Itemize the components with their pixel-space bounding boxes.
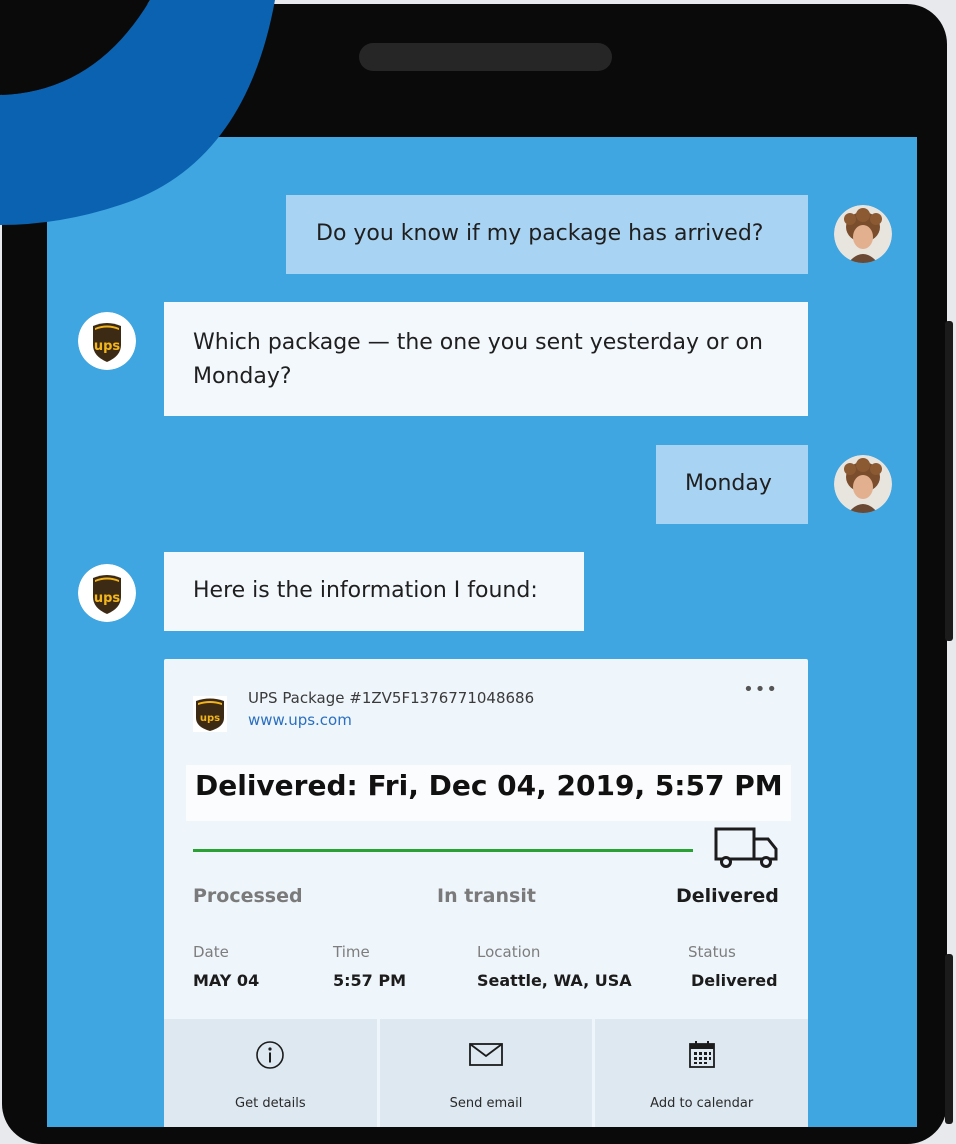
chat-screen: Do you know if my package has arrived? u…	[47, 137, 917, 1127]
ups-website-link[interactable]: www.ups.com	[248, 711, 352, 729]
location-label: Location	[477, 943, 541, 961]
svg-text:ups: ups	[94, 591, 121, 606]
calendar-icon	[688, 1041, 715, 1068]
message-text: Do you know if my package has arrived?	[316, 221, 764, 246]
bot-message-bubble: Which package — the one you sent yesterd…	[164, 302, 808, 416]
message-text: Monday	[685, 471, 772, 496]
time-value: 5:57 PM	[333, 971, 407, 990]
location-value: Seattle, WA, USA	[477, 971, 632, 990]
message-text: Which package — the one you sent yesterd…	[193, 330, 763, 389]
speaker-grille	[359, 43, 612, 71]
card-actions: Get details Send email Add to calendar	[164, 1019, 808, 1127]
send-email-button[interactable]: Send email	[379, 1019, 593, 1127]
ups-bot-avatar: ups	[78, 312, 136, 370]
get-details-label: Get details	[235, 1096, 306, 1111]
decorative-arc	[0, 0, 275, 225]
package-title: UPS Package #1ZV5F1376771048686	[248, 689, 535, 707]
delivery-headline: Delivered: Fri, Dec 04, 2019, 5:57 PM	[195, 769, 783, 802]
mail-icon	[469, 1043, 503, 1066]
side-button-top	[945, 321, 953, 641]
add-to-calendar-button[interactable]: Add to calendar	[595, 1019, 808, 1127]
send-email-label: Send email	[449, 1096, 523, 1111]
step-processed: Processed	[193, 885, 303, 907]
date-label: Date	[193, 943, 229, 961]
get-details-button[interactable]: Get details	[164, 1019, 377, 1127]
user-avatar	[834, 455, 892, 513]
time-label: Time	[333, 943, 370, 961]
ups-bot-avatar: ups	[78, 564, 136, 622]
delivery-progress-bar	[193, 849, 693, 852]
step-delivered: Delivered	[676, 885, 779, 907]
truck-icon	[714, 827, 778, 868]
info-icon	[256, 1041, 285, 1069]
user-message-bubble: Do you know if my package has arrived?	[286, 195, 808, 274]
status-label: Status	[688, 943, 736, 961]
step-in-transit: In transit	[437, 885, 536, 907]
add-to-calendar-label: Add to calendar	[650, 1096, 754, 1111]
package-tracking-card[interactable]: ups UPS Package #1ZV5F1376771048686 www.…	[164, 659, 808, 1127]
ups-logo-icon: ups	[193, 696, 227, 732]
user-avatar	[834, 205, 892, 263]
message-text: Here is the information I found:	[193, 578, 538, 603]
svg-text:ups: ups	[94, 339, 121, 354]
user-message-bubble: Monday	[656, 445, 808, 524]
more-options-icon[interactable]: •••	[743, 679, 778, 700]
bot-message-bubble: Here is the information I found:	[164, 552, 584, 631]
svg-text:ups: ups	[200, 713, 220, 724]
side-button-bottom	[945, 954, 953, 1124]
status-value: Delivered	[691, 971, 778, 990]
date-value: MAY 04	[193, 971, 260, 990]
